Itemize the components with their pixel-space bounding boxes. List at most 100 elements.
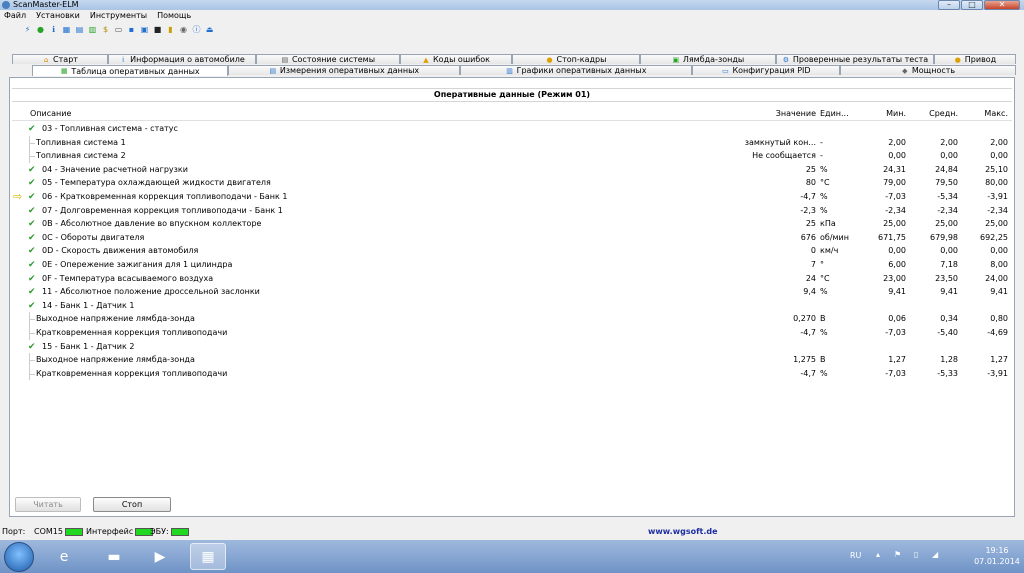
battery-tray-icon[interactable]: ▯ (914, 550, 918, 559)
camera-icon[interactable]: ■ (152, 24, 163, 35)
row-description: 14 - Банк 1 - Датчик 1 (42, 300, 135, 310)
tab-live-data-graphs[interactable]: ▥ Графики оперативных данных (460, 65, 692, 75)
check-icon: ✔ (28, 205, 36, 216)
header-max[interactable]: Макс. (964, 108, 1008, 120)
window-controls: – □ ✕ (938, 0, 1020, 10)
tab-error-codes[interactable]: ▲ Коды ошибок (400, 54, 512, 64)
table-icon: ▦ (61, 67, 68, 75)
table-row[interactable]: ✔ 04 - Значение расчетной нагрузки 25% 24,3… (12, 163, 1012, 177)
table-row[interactable]: ✔ 11 - Абсолютное положение дроссельной з… (12, 285, 1012, 299)
minimize-button[interactable]: – (938, 0, 960, 10)
menu-tools[interactable]: Инструменты (90, 10, 147, 22)
website-link[interactable]: www.wgsoft.de (648, 526, 718, 538)
table-row[interactable]: Кратковременная коррекция топливоподачи -… (12, 366, 1012, 381)
table-row[interactable]: ✔ 05 - Температура охлаждающей жидкости д… (12, 176, 1012, 190)
row-unit: - (820, 137, 823, 147)
tab-start[interactable]: ⌂ Старт (12, 54, 108, 64)
status-bar: Порт: COM15 Интерфейс ЭБУ: www.wgsoft.de (0, 526, 1024, 538)
table-row[interactable]: ✔ 0B - Абсолютное давление во впускном ко… (12, 217, 1012, 231)
close-button[interactable]: ✕ (984, 0, 1020, 10)
table-row[interactable]: ✔ 0E - Опережение зажигания для 1 цилиндр… (12, 258, 1012, 272)
table-row[interactable]: ✔ 07 - Долговременная коррекция топливопо… (12, 204, 1012, 218)
meter-icon[interactable]: ▤ (74, 24, 85, 35)
table-row[interactable]: Кратковременная коррекция топливоподачи -… (12, 325, 1012, 340)
row-avg: 9,41 (940, 287, 958, 297)
table-row[interactable]: ✔ 0F - Температура всасываемого воздуха 24… (12, 272, 1012, 286)
row-unit: °C (820, 273, 830, 283)
save-icon[interactable]: ▪ (126, 24, 137, 35)
network-icon[interactable]: ◢ (932, 550, 938, 559)
port-label: Порт: (2, 527, 26, 536)
row-min: 79,00 (883, 178, 906, 188)
tab-system-state[interactable]: ▤ Состояние системы (256, 54, 400, 64)
chart-icon[interactable]: ▥ (87, 24, 98, 35)
tab-drive[interactable]: ● Привод (934, 54, 1016, 64)
scanmaster-task-icon[interactable]: ▦ (190, 543, 226, 570)
disk-icon[interactable]: ◉ (178, 24, 189, 35)
flag-icon[interactable]: ⚑ (894, 550, 901, 559)
table-row[interactable]: ✔ 0C - Обороты двигателя 676 об/мин 671,75 67… (12, 231, 1012, 245)
tab-freeze-frames[interactable]: ● Стоп-кадры (512, 54, 640, 64)
row-unit: % (820, 191, 828, 201)
table-row[interactable]: ✔ 03 - Топливная система - статус (12, 122, 1012, 136)
chart-icon: ▥ (506, 66, 513, 75)
folder-icon[interactable]: ▬ (96, 543, 132, 570)
read-button[interactable]: Читать (15, 497, 81, 512)
tray-expand-icon[interactable]: ▴ (876, 550, 880, 559)
header-value[interactable]: Значение (760, 108, 816, 120)
row-value: 25 (805, 219, 816, 229)
media-player-icon[interactable]: ▶ (142, 543, 178, 570)
table-row[interactable]: ⇨ ✔ 06 - Кратковременная коррекция топливо… (12, 190, 1012, 204)
row-avg: 79,50 (935, 178, 958, 188)
monitor-icon[interactable]: ▣ (139, 24, 150, 35)
row-description: Топливная система 2 (36, 151, 126, 161)
row-unit: кПа (820, 219, 836, 229)
taskbar: e ▬ ▶ ▦ RU ▴ ⚑ ▯ ◢ 19:16 07.01.2014 (0, 540, 1024, 573)
tab-lambda-sensors[interactable]: ▣ Лямбда-зонды (640, 54, 776, 64)
ecu-label: ЭБУ: (150, 527, 169, 536)
tab-vehicle-info[interactable]: i Информация о автомобиле (108, 54, 256, 64)
header-unit[interactable]: Един... (820, 108, 849, 120)
battery-icon[interactable]: ▮ (165, 24, 176, 35)
header-description[interactable]: Описание (30, 108, 71, 120)
clock[interactable]: 19:16 07.01.2014 (974, 545, 1020, 567)
check-icon: ✔ (28, 273, 36, 284)
tab-pid-config[interactable]: ▭ Конфигурация PID (692, 65, 840, 75)
start-icon[interactable]: ● (35, 24, 46, 35)
menu-file[interactable]: Файл (4, 10, 26, 22)
tab-test-results[interactable]: ⚙ Проверенные результаты теста (776, 54, 934, 64)
row-min: -7,03 (885, 191, 906, 201)
document-icon[interactable]: ▭ (113, 24, 124, 35)
header-avg[interactable]: Средн. (912, 108, 958, 120)
row-value: 1,275 (793, 355, 816, 365)
info-icon[interactable]: ℹ (48, 24, 59, 35)
row-avg: 24,84 (935, 164, 958, 174)
maximize-button[interactable]: □ (961, 0, 983, 10)
table-row[interactable]: Топливная система 2 Не сообщается - 0,00 0,0… (12, 149, 1012, 163)
table-row[interactable]: ✔ 0D - Скорость движения автомобиля 0 км/ч 0… (12, 244, 1012, 258)
language-indicator[interactable]: RU (850, 551, 861, 560)
row-description: Топливная система 1 (36, 137, 126, 147)
table-row[interactable]: Выходное напряжение лямбда-зонда 0,270 В 0,… (12, 312, 1012, 326)
dollar-icon[interactable]: $ (100, 24, 111, 35)
table-row[interactable]: ✔ 15 - Банк 1 - Датчик 2 (12, 340, 1012, 354)
ie-icon[interactable]: e (46, 543, 82, 570)
header-min[interactable]: Мин. (862, 108, 906, 120)
stop-button[interactable]: Стоп (93, 497, 171, 512)
menu-help[interactable]: Помощь (157, 10, 191, 22)
connect-icon[interactable]: ⚡ (22, 24, 33, 35)
menu-settings[interactable]: Установки (36, 10, 80, 22)
row-unit: В (820, 314, 826, 324)
table-row[interactable]: Топливная система 1 замкнутый кон... - 2,00… (12, 135, 1012, 150)
title-bar: ScanMaster-ELM – □ ✕ (0, 0, 1024, 10)
about-icon[interactable]: ⓘ (191, 24, 202, 35)
table-row[interactable]: ✔ 14 - Банк 1 - Датчик 1 (12, 299, 1012, 313)
table-icon[interactable]: ▦ (61, 24, 72, 35)
tab-live-data-table[interactable]: ▦ Таблица оперативных данных (32, 65, 228, 76)
table-row[interactable]: Выходное напряжение лямбда-зонда 1,275 В 1,… (12, 353, 1012, 367)
tab-live-data-measurements[interactable]: ▤ Измерения оперативных данных (228, 65, 460, 75)
exit-icon[interactable]: ⏏ (204, 24, 215, 35)
start-button[interactable] (4, 542, 34, 572)
config-icon: ▭ (722, 66, 729, 75)
tab-power[interactable]: ◆ Мощность (840, 65, 1016, 75)
